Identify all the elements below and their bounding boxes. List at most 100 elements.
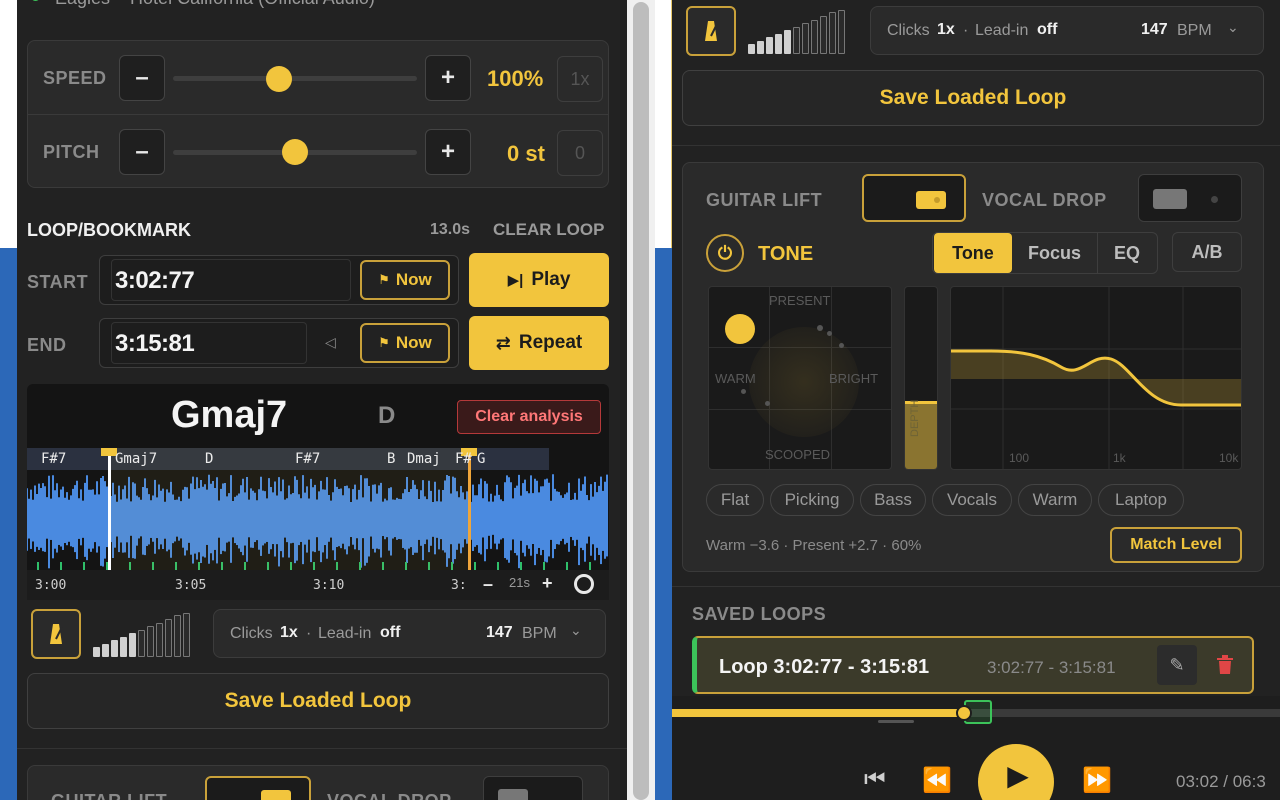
- beat-marker: [543, 562, 545, 570]
- leadin-value: off: [380, 624, 401, 641]
- trash-icon: [1217, 655, 1233, 674]
- ab-compare-button[interactable]: A/B: [1172, 232, 1242, 272]
- vocal-drop-knob: [1153, 189, 1187, 209]
- end-time-value[interactable]: 3:15:81: [115, 330, 195, 358]
- match-level-button[interactable]: Match Level: [1110, 527, 1242, 563]
- vocal-drop-toggle[interactable]: [1138, 174, 1242, 222]
- chord-marker[interactable]: Gmaj7: [115, 451, 157, 467]
- save-loaded-loop-button[interactable]: Save Loaded Loop: [27, 673, 609, 729]
- playback-time: 03:02 / 06:3: [1176, 772, 1266, 791]
- tone-power-button[interactable]: ⏻: [706, 234, 744, 272]
- start-now-button[interactable]: ⚑ Now: [360, 260, 450, 300]
- eq-label-10k: 10k: [1219, 451, 1239, 465]
- metronome-settings-dropdown[interactable]: Clicks 1x · Lead-in off 147 BPM ⌄: [870, 6, 1264, 55]
- center-playhead-icon[interactable]: [574, 574, 594, 594]
- pitch-label: PITCH: [43, 142, 100, 162]
- edit-loop-button[interactable]: ✎: [1157, 645, 1197, 685]
- leadin-value: off: [1037, 21, 1058, 38]
- chord-marker[interactable]: F#: [455, 451, 472, 467]
- play-button[interactable]: ▶| Play: [469, 253, 609, 307]
- clicks-value: 1x: [937, 21, 955, 38]
- saved-loop-item[interactable]: Loop 3:02:77 - 3:15:81 3:02:77 - 3:15:81…: [692, 636, 1254, 694]
- zoom-in-button[interactable]: +: [542, 573, 553, 594]
- speed-pitch-divider: [28, 114, 608, 115]
- metronome-button[interactable]: [31, 609, 81, 659]
- bpm-value: 147: [1141, 21, 1168, 38]
- drag-handle[interactable]: [878, 720, 914, 723]
- power-icon: ⏻: [717, 242, 733, 263]
- beat-marker: [520, 562, 522, 570]
- chord-marker[interactable]: D: [205, 451, 213, 467]
- pitch-reset-button[interactable]: 0: [557, 130, 603, 176]
- repeat-button[interactable]: ⇄ Repeat: [469, 316, 609, 370]
- vocal-drop-knob: [498, 789, 528, 800]
- preset-warm-button[interactable]: Warm: [1018, 484, 1092, 516]
- speed-slider-knob[interactable]: [266, 66, 292, 92]
- tone-label: TONE: [758, 243, 814, 265]
- speed-reset-button[interactable]: 1x: [557, 56, 603, 102]
- beat-marker: [60, 562, 62, 570]
- depth-slider[interactable]: DEPTH: [904, 286, 938, 470]
- pitch-decrease-button[interactable]: –: [119, 129, 165, 175]
- preset-flat-button[interactable]: Flat: [706, 484, 764, 516]
- tab-tone[interactable]: Tone: [934, 233, 1012, 273]
- pad-position-knob[interactable]: [725, 314, 755, 344]
- beat-marker: [589, 562, 591, 570]
- tab-focus[interactable]: Focus: [1012, 233, 1098, 273]
- clear-loop-button[interactable]: CLEAR LOOP: [493, 220, 604, 240]
- pitch-value: 0 st: [507, 141, 545, 166]
- pitch-slider-knob[interactable]: [282, 139, 308, 165]
- eq-label-1k: 1k: [1113, 451, 1126, 465]
- eq-curve-graph[interactable]: 100 1k 10k: [950, 286, 1242, 470]
- metronome-settings-dropdown[interactable]: Clicks 1x · Lead-in off 147 BPM ⌄: [213, 609, 606, 658]
- end-label: END: [27, 335, 67, 355]
- chord-marker[interactable]: F#7: [41, 451, 66, 467]
- speed-increase-button[interactable]: +: [425, 55, 471, 101]
- rewind-icon[interactable]: ⏪: [922, 766, 952, 795]
- chord-marker[interactable]: G: [477, 451, 485, 467]
- progress-knob[interactable]: [956, 705, 972, 721]
- right-panel: Clicks 1x · Lead-in off 147 BPM ⌄ Save L…: [672, 0, 1280, 800]
- speed-slider-track[interactable]: [173, 76, 417, 81]
- end-now-button[interactable]: ⚑ Now: [360, 323, 450, 363]
- metronome-volume-bars[interactable]: [93, 613, 190, 657]
- vocal-drop-toggle[interactable]: [483, 776, 583, 800]
- preset-laptop-button[interactable]: Laptop: [1098, 484, 1184, 516]
- pitch-increase-button[interactable]: +: [425, 129, 471, 175]
- tone-xy-pad[interactable]: PRESENT WARM BRIGHT SCOOPED: [708, 286, 892, 470]
- metronome-button[interactable]: [686, 6, 736, 56]
- timeline-tick-label: 3:05: [175, 578, 207, 593]
- clear-analysis-button[interactable]: Clear analysis: [457, 400, 601, 434]
- zoom-value: 21s: [509, 575, 530, 590]
- zoom-out-button[interactable]: –: [483, 574, 493, 595]
- pad-trail-dot: [817, 325, 823, 331]
- chord-marker[interactable]: B: [387, 451, 395, 467]
- bpm-unit: BPM: [522, 625, 557, 642]
- save-loaded-loop-button[interactable]: Save Loaded Loop: [682, 70, 1264, 126]
- saved-loop-name: Loop 3:02:77 - 3:15:81: [719, 656, 930, 678]
- preset-bass-button[interactable]: Bass: [860, 484, 926, 516]
- chord-marker[interactable]: Dmaj: [407, 451, 441, 467]
- delete-loop-button[interactable]: [1205, 645, 1245, 685]
- desktop-background-gold: [655, 0, 672, 248]
- start-time-value[interactable]: 3:02:77: [115, 267, 195, 295]
- metronome-volume-bars[interactable]: [748, 10, 845, 54]
- saved-loop-range: 3:02:77 - 3:15:81: [987, 658, 1116, 677]
- guitar-lift-toggle[interactable]: [862, 174, 966, 222]
- speed-decrease-button[interactable]: –: [119, 55, 165, 101]
- speed-value: 100%: [487, 66, 544, 91]
- pad-label-scooped: SCOOPED: [765, 447, 831, 462]
- vocal-drop-label: VOCAL DROP: [327, 791, 452, 800]
- fast-forward-icon[interactable]: ⏩: [1082, 766, 1112, 795]
- tone-status-text: Warm −3.6 · Present +2.7 · 60%: [706, 537, 922, 554]
- scrollbar-thumb[interactable]: [633, 2, 649, 800]
- end-erase-icon[interactable]: ◁: [325, 334, 336, 351]
- preset-picking-button[interactable]: Picking: [770, 484, 854, 516]
- chord-marker[interactable]: F#7: [295, 451, 320, 467]
- separator-dot: ·: [306, 625, 312, 642]
- guitar-lift-toggle[interactable]: [205, 776, 311, 800]
- play-label: Play: [531, 269, 571, 290]
- tab-eq[interactable]: EQ: [1098, 233, 1156, 273]
- skip-start-icon[interactable]: ⏮: [864, 766, 886, 794]
- preset-vocals-button[interactable]: Vocals: [932, 484, 1012, 516]
